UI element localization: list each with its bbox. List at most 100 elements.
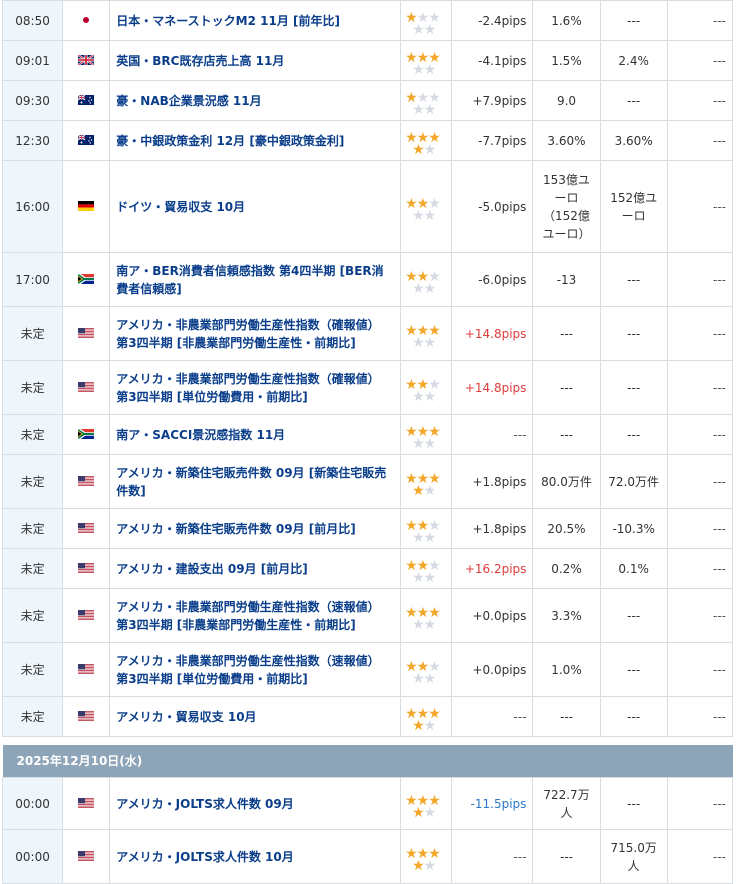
pips-change: +0.0pips: [451, 588, 534, 643]
country-flag-icon: [62, 454, 111, 509]
event-link[interactable]: アメリカ・貿易収支 10月: [109, 696, 402, 737]
table-row: 未定 アメリカ・非農業部門労働生産性指数（確報値） 第3四半期 [単位労働費用・前…: [1, 360, 734, 415]
pips-change: +1.8pips: [451, 454, 534, 509]
result-value: 1.5%: [532, 40, 601, 81]
event-link[interactable]: アメリカ・非農業部門労働生産性指数（速報値） 第3四半期 [非農業部門労働生産性…: [109, 588, 402, 643]
previous-value: ---: [666, 252, 734, 307]
forecast-value: 715.0万人: [599, 829, 668, 884]
event-link[interactable]: 豪・中銀政策金利 12月 [豪中銀政策金利]: [109, 120, 402, 161]
result-value: 20.5%: [532, 508, 601, 549]
result-value: 3.3%: [532, 588, 601, 643]
event-link[interactable]: 日本・マネーストックM2 11月 [前年比]: [109, 0, 402, 41]
star-icon: ★: [423, 280, 437, 297]
star-icon: ★: [423, 435, 437, 452]
pips-change: -6.0pips: [451, 252, 534, 307]
previous-value: ---: [666, 414, 734, 455]
result-value: 1.6%: [532, 0, 601, 41]
country-flag-icon: [62, 829, 111, 884]
previous-value: ---: [666, 0, 734, 41]
importance-stars: ★★★ ★★: [400, 642, 453, 697]
forecast-value: ---: [599, 252, 668, 307]
previous-value: ---: [666, 588, 734, 643]
country-flag-icon: [62, 40, 111, 81]
star-icon: ★: [412, 61, 425, 78]
importance-stars: ★★★ ★★: [400, 777, 453, 830]
event-link[interactable]: アメリカ・非農業部門労働生産性指数（確報値） 第3四半期 [非農業部門労働生産性…: [109, 306, 402, 361]
star-icon: ★: [423, 334, 437, 351]
importance-stars: ★★★ ★★: [400, 508, 453, 549]
star-icon: ★: [423, 388, 437, 405]
event-link[interactable]: アメリカ・JOLTS求人件数 10月: [109, 829, 402, 884]
event-link[interactable]: 南ア・BER消費者信頼感指数 第4四半期 [BER消費者信頼感]: [109, 252, 402, 307]
star-icon: ★: [423, 207, 437, 224]
forecast-value: ---: [599, 642, 668, 697]
forecast-value: ---: [599, 360, 668, 415]
time-cell: 09:30: [1, 80, 64, 121]
time-cell: 00:00: [1, 777, 64, 830]
pips-change: -5.0pips: [451, 160, 534, 253]
event-link[interactable]: アメリカ・JOLTS求人件数 09月: [109, 777, 402, 830]
time-cell: 未定: [1, 588, 64, 643]
pips-change: +14.8pips: [451, 306, 534, 361]
previous-value: ---: [666, 508, 734, 549]
date-header-row: 2025年12月10日(水): [2, 745, 733, 778]
event-link[interactable]: アメリカ・新築住宅販売件数 09月 [新築住宅販売件数]: [109, 454, 402, 509]
result-value: 3.60%: [532, 120, 601, 161]
pips-change: +0.0pips: [451, 642, 534, 697]
previous-value: ---: [666, 306, 734, 361]
previous-value: ---: [666, 120, 734, 161]
table-row: 未定 アメリカ・非農業部門労働生産性指数（速報値） 第3四半期 [単位労働費用・前…: [1, 642, 734, 697]
event-link[interactable]: 豪・NAB企業景況感 11月: [109, 80, 402, 121]
star-icon: ★: [423, 717, 437, 734]
time-cell: 未定: [1, 642, 64, 697]
country-flag-icon: [62, 80, 111, 121]
country-flag-icon: [62, 0, 111, 41]
pips-change: +1.8pips: [451, 508, 534, 549]
pips-change: -11.5pips: [451, 777, 534, 830]
table-row: 未定 アメリカ・新築住宅販売件数 09月 [前月比] ★★★ ★★ +1.8pips 20…: [1, 508, 734, 549]
time-cell: 未定: [1, 414, 64, 455]
country-flag-icon: [62, 548, 111, 589]
table-row: 未定 アメリカ・貿易収支 10月 ★★★ ★★ --- --- --- ---: [1, 696, 734, 737]
forecast-value: ---: [599, 777, 668, 830]
forecast-value: ---: [599, 306, 668, 361]
forecast-value: 152億ユーロ: [599, 160, 668, 253]
table-row: 00:00 アメリカ・JOLTS求人件数 10月 ★★★ ★★ --- --- 715.0万…: [1, 829, 734, 884]
star-icon: ★: [412, 101, 425, 118]
event-link[interactable]: アメリカ・非農業部門労働生産性指数（確報値） 第3四半期 [単位労働費用・前期比…: [109, 360, 402, 415]
table-row: 未定 アメリカ・新築住宅販売件数 09月 [新築住宅販売件数] ★★★ ★★ +1.8p…: [1, 454, 734, 509]
forecast-value: ---: [599, 414, 668, 455]
importance-stars: ★★★ ★★: [400, 454, 453, 509]
country-flag-icon: [62, 160, 111, 253]
event-link[interactable]: 南ア・SACCI景況感指数 11月: [109, 414, 402, 455]
previous-value: ---: [666, 829, 734, 884]
event-link[interactable]: 英国・BRC既存店売上高 11月: [109, 40, 402, 81]
calendar-table: 08:50 日本・マネーストックM2 11月 [前年比] ★★★ ★★ -2.4pips…: [1, 0, 734, 884]
star-icon: ★: [423, 670, 437, 687]
previous-value: ---: [666, 642, 734, 697]
time-cell: 未定: [1, 508, 64, 549]
star-icon: ★: [412, 482, 425, 499]
forecast-value: 2.4%: [599, 40, 668, 81]
importance-stars: ★★★ ★★: [400, 252, 453, 307]
forecast-value: 72.0万件: [599, 454, 668, 509]
event-link[interactable]: アメリカ・新築住宅販売件数 09月 [前月比]: [109, 508, 402, 549]
previous-value: ---: [666, 777, 734, 830]
event-link[interactable]: アメリカ・非農業部門労働生産性指数（速報値） 第3四半期 [単位労働費用・前期比…: [109, 642, 402, 697]
previous-value: ---: [666, 696, 734, 737]
event-link[interactable]: ドイツ・貿易収支 10月: [109, 160, 402, 253]
country-flag-icon: [62, 777, 111, 830]
forecast-value: ---: [599, 696, 668, 737]
date-header: 2025年12月10日(水): [2, 745, 733, 778]
star-icon: ★: [412, 717, 425, 734]
importance-stars: ★★★ ★★: [400, 360, 453, 415]
event-link[interactable]: アメリカ・建設支出 09月 [前月比]: [109, 548, 402, 589]
pips-change: +16.2pips: [451, 548, 534, 589]
star-icon: ★: [412, 804, 425, 821]
table-row: 未定 南ア・SACCI景況感指数 11月 ★★★ ★★ --- --- --- ---: [1, 414, 734, 455]
result-value: 153億ユーロ（152億ユーロ）: [532, 160, 601, 253]
star-icon: ★: [423, 529, 437, 546]
pips-change: ---: [451, 829, 534, 884]
result-value: -13: [532, 252, 601, 307]
result-value: 0.2%: [532, 548, 601, 589]
